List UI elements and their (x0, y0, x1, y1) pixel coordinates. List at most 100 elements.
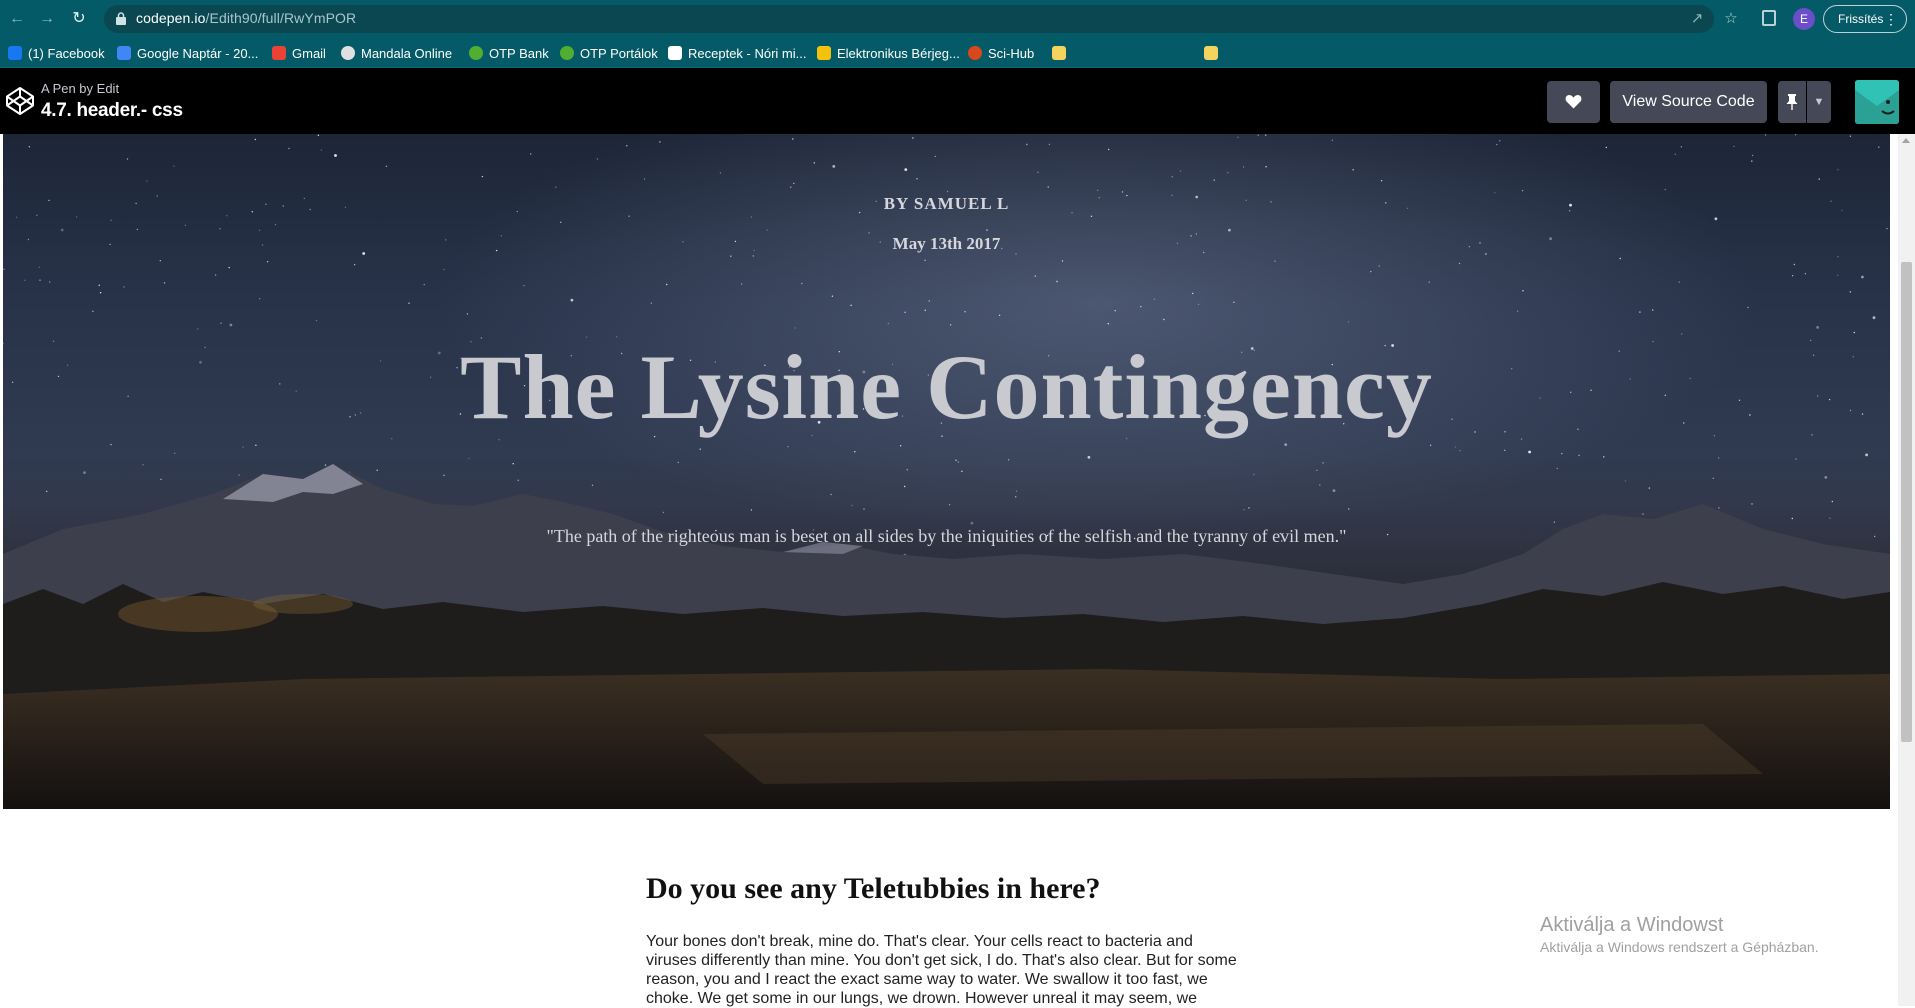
star (258, 229, 261, 231)
star (1458, 262, 1461, 265)
share-icon[interactable]: ↗ (1688, 10, 1706, 28)
star (1213, 179, 1215, 181)
star (1648, 487, 1651, 489)
calendar-icon (117, 46, 131, 60)
star (1108, 148, 1110, 151)
star (3, 268, 5, 270)
bookmark-star-icon[interactable]: ☆ (1722, 10, 1740, 28)
bookmark-label: OTP Bank (489, 45, 549, 61)
star (468, 457, 470, 460)
star (1316, 469, 1318, 471)
star (628, 215, 630, 217)
star (1791, 517, 1794, 520)
browser-toolbar: ← → ↻ codepen.io/Edith90/full/RwYmPOR ↗ … (0, 0, 1915, 38)
star (1233, 301, 1235, 303)
star (1171, 176, 1173, 178)
star (970, 521, 974, 525)
star (1664, 188, 1666, 191)
star (730, 255, 732, 257)
view-source-button[interactable]: View Source Code (1610, 81, 1767, 123)
star (443, 268, 445, 271)
payslip-icon (817, 46, 831, 60)
scroll-up-icon[interactable] (1902, 138, 1910, 143)
star (1192, 292, 1194, 295)
forward-icon[interactable]: → (36, 8, 58, 30)
update-button[interactable]: Frissítés ⋮ (1823, 5, 1907, 33)
star (1265, 166, 1267, 168)
star (1678, 281, 1680, 283)
star (159, 260, 161, 262)
profile-avatar[interactable]: E (1793, 8, 1815, 30)
star (214, 274, 217, 276)
bookmark-folder[interactable] (1052, 43, 1072, 63)
star (863, 508, 865, 510)
star (353, 264, 356, 266)
codepen-logo-icon[interactable] (4, 85, 36, 117)
star (334, 154, 337, 157)
star (1034, 275, 1037, 277)
bookmark-label: Mandala Online (361, 45, 453, 61)
star (1794, 134, 1797, 136)
star (98, 284, 100, 286)
bookmark-scihub[interactable]: Sci-Hub (968, 43, 1034, 63)
star (1370, 270, 1372, 273)
bookmark-facebook[interactable]: (1) Facebook (8, 43, 105, 63)
star (408, 302, 410, 304)
star (596, 158, 599, 160)
bookmark-folder[interactable] (1204, 43, 1224, 63)
mandala-icon (341, 46, 355, 60)
user-avatar[interactable] (1855, 80, 1899, 124)
bookmark-otp-portals[interactable]: OTP Portálok (560, 43, 658, 63)
bookmark-calendar[interactable]: Google Naptár - 20... (117, 43, 258, 63)
bookmark-mandala[interactable]: Mandala Online (341, 43, 452, 63)
star (1332, 489, 1336, 492)
star (49, 281, 51, 283)
hero-quote: "The path of the righteous man is beset … (546, 526, 1347, 546)
bookmark-label: Sci-Hub (988, 45, 1035, 61)
watermark-line-1: Aktiválja a Windowst (1540, 914, 1724, 936)
star (1804, 273, 1807, 275)
star (1331, 139, 1334, 141)
star (787, 446, 789, 448)
bookmark-label: OTP Portálok (580, 45, 658, 61)
reload-icon[interactable]: ↻ (68, 8, 90, 30)
bookmark-payslip[interactable]: Elektronikus Bérjeg... (817, 43, 960, 63)
back-icon[interactable]: ← (6, 8, 28, 30)
bookmark-label: Google Naptár - 20... (137, 45, 259, 61)
bookmark-otp-bank[interactable]: OTP Bank (469, 43, 549, 63)
star (274, 223, 277, 226)
star (1347, 321, 1350, 323)
star (38, 266, 40, 268)
star (1047, 186, 1049, 188)
pen-author[interactable]: A Pen by Edit (41, 81, 119, 96)
star (560, 221, 562, 223)
star (946, 190, 949, 193)
bookmark-recipes[interactable]: Receptek - Nóri mi... (668, 43, 806, 63)
hero-author: BY SAMUEL L (883, 194, 1010, 213)
star (1837, 256, 1839, 258)
pin-button[interactable] (1778, 81, 1806, 123)
menu-dots-icon: ⋮ (1884, 11, 1898, 27)
star (924, 309, 926, 311)
star (1605, 146, 1608, 149)
star (1265, 134, 1267, 136)
star (1516, 310, 1519, 312)
scrollbar-thumb[interactable] (1901, 262, 1912, 742)
chevron-down-icon[interactable]: ▼ (1807, 81, 1831, 123)
side-panel-icon[interactable] (1762, 10, 1776, 26)
star (83, 471, 86, 474)
bookmark-gmail[interactable]: Gmail (272, 43, 326, 63)
star (1061, 260, 1064, 262)
star (376, 469, 378, 471)
like-button[interactable] (1547, 81, 1600, 123)
star (163, 282, 166, 284)
star (1652, 309, 1654, 311)
star (242, 446, 244, 448)
star (1352, 169, 1354, 171)
star (699, 448, 701, 450)
star (385, 165, 388, 167)
address-bar[interactable]: codepen.io/Edith90/full/RwYmPOR ↗ ☆ (104, 5, 1738, 33)
star (1504, 449, 1506, 451)
otp-icon (469, 46, 483, 60)
bookmark-label: Receptek - Nóri mi... (688, 45, 807, 61)
